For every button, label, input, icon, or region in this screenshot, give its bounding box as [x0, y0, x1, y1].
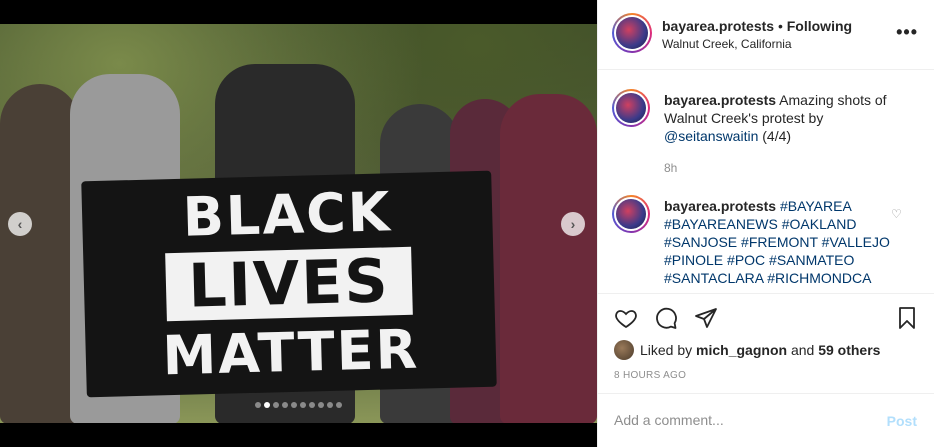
carousel-dot [264, 402, 270, 408]
comment-timestamp[interactable]: 8h [664, 161, 677, 175]
banner-line-2: LIVES [165, 246, 413, 322]
blm-banner: BLACK LIVES MATTER [81, 170, 497, 398]
speech-bubble-icon [656, 307, 677, 329]
carousel-dot [291, 402, 297, 408]
header-user-line: bayarea.protests • Following [662, 18, 852, 34]
post-comment-button[interactable]: Post [887, 413, 917, 429]
save-button[interactable] [893, 304, 921, 332]
bookmark-icon [899, 307, 915, 329]
likes-summary: Liked by mich_gagnon and 59 others [614, 340, 880, 360]
comment-username[interactable]: bayarea.protests [664, 198, 776, 214]
next-photo-button[interactable]: › [561, 212, 585, 236]
likes-middle: and [787, 342, 819, 358]
carousel-dot [327, 402, 333, 408]
post-photo[interactable]: BLACK LIVES MATTER [0, 24, 597, 423]
comment-username[interactable]: bayarea.protests [664, 92, 776, 108]
commenter-avatar[interactable] [612, 195, 650, 233]
hashtag-comment: bayarea.protests #BAYAREA #BAYAREANEWS #… [612, 195, 922, 293]
carousel-dot [282, 402, 288, 408]
share-button[interactable] [692, 304, 720, 332]
heart-icon [615, 310, 637, 329]
post-timestamp[interactable]: 8 HOURS AGO [614, 370, 686, 381]
carousel-dot [273, 402, 279, 408]
more-options-icon[interactable]: ••• [896, 22, 918, 43]
comment-text: bayarea.protests Amazing shots of Walnut… [664, 91, 894, 145]
caption-comment: bayarea.protests Amazing shots of Walnut… [612, 89, 922, 209]
comments-section: bayarea.protests Amazing shots of Walnut… [598, 71, 934, 293]
separator: • [774, 18, 787, 34]
profile-username[interactable]: bayarea.protests [662, 18, 774, 34]
post-header: bayarea.protests • Following Walnut Cree… [598, 0, 934, 70]
add-comment-bar: Post [598, 393, 934, 447]
photo-pane: BLACK LIVES MATTER ‹ › [0, 0, 597, 447]
likes-others-link[interactable]: 59 others [818, 342, 880, 358]
carousel-dot [309, 402, 315, 408]
comment-button[interactable] [652, 304, 680, 332]
carousel-dot [300, 402, 306, 408]
carousel-dot [255, 402, 261, 408]
likes-prefix: Liked by [640, 342, 697, 358]
action-bar [598, 293, 934, 343]
liker-username[interactable]: mich_gagnon [696, 342, 787, 358]
paper-plane-icon [695, 308, 717, 328]
carousel-dot [336, 402, 342, 408]
person-figure [500, 94, 597, 423]
like-button[interactable] [612, 304, 640, 332]
banner-line-1: BLACK [181, 180, 393, 249]
follow-status-button[interactable]: Following [787, 18, 852, 34]
post-sidebar: bayarea.protests • Following Walnut Cree… [597, 0, 934, 447]
post-location[interactable]: Walnut Creek, California [662, 37, 792, 51]
comment-like-heart-icon[interactable]: ♡ [891, 207, 902, 221]
carousel-indicator [0, 402, 597, 408]
carousel-dot [318, 402, 324, 408]
commenter-avatar[interactable] [612, 89, 650, 127]
person-figure [0, 84, 80, 423]
likes-text: Liked by mich_gagnon and 59 others [640, 342, 880, 358]
previous-photo-button[interactable]: ‹ [8, 212, 32, 236]
chevron-left-icon: ‹ [17, 216, 23, 232]
banner-line-3: MATTER [161, 317, 420, 388]
comment-suffix: (4/4) [758, 128, 792, 144]
profile-avatar[interactable] [612, 13, 652, 53]
comment-text: bayarea.protests #BAYAREA #BAYAREANEWS #… [664, 197, 894, 287]
mention-link[interactable]: @seitanswaitin [664, 128, 758, 144]
liker-avatar[interactable] [614, 340, 634, 360]
chevron-right-icon: › [570, 216, 576, 232]
comment-input[interactable] [614, 412, 864, 428]
